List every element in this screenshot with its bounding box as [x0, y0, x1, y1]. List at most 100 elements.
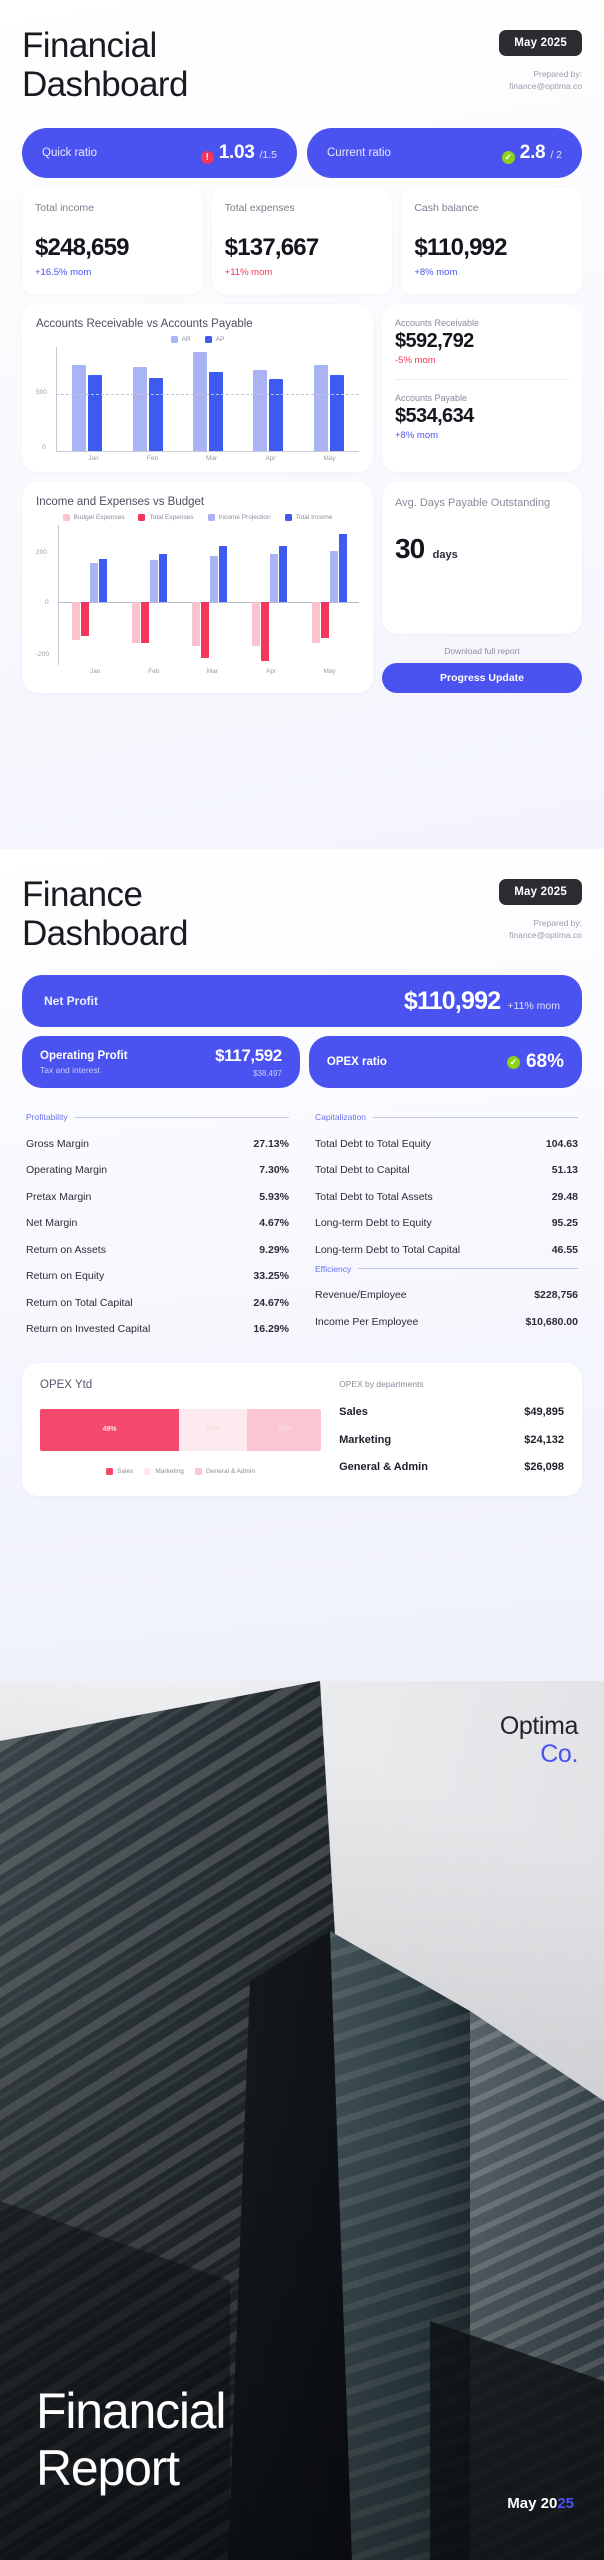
xtick-feb: Feb — [146, 455, 159, 463]
xtick-apr: Apr — [265, 455, 276, 463]
accounts-receivable-label: Accounts Receivable — [395, 318, 480, 329]
bar-ar-apr — [253, 369, 268, 452]
xtick-may: May — [323, 668, 336, 676]
legend-item-total-expenses: Total Expenses — [138, 514, 194, 522]
report-cover-page: Optima Co. Financial Report May 2025 — [0, 1681, 604, 2560]
legend-label: Total Expenses — [149, 514, 194, 522]
metric-name: Return on Invested Capital — [26, 1322, 151, 1335]
current-ratio-target: / 2 — [550, 149, 562, 162]
dpo-column: Avg. Days Payable Outstanding 30 days Do… — [382, 482, 582, 694]
legend-swatch — [144, 1467, 152, 1475]
tax-interest-value: $38,497 — [252, 1069, 282, 1079]
income-budget-section: Income and Expenses vs Budget Budget Exp… — [22, 482, 582, 694]
quick-ratio-card[interactable]: Quick ratio ! 1.03 /1.5 — [22, 128, 297, 179]
financial-dashboard-page: Financial Dashboard May 2025 Prepared by… — [0, 0, 604, 849]
bar-income-projection-feb — [149, 560, 158, 603]
bar-group — [123, 525, 175, 665]
progress-update-button[interactable]: Progress Update — [382, 663, 582, 694]
accounts-payable-label: Accounts Payable — [395, 393, 468, 404]
check-icon: ✓ — [501, 151, 515, 165]
metric-value: 95.25 — [551, 1217, 578, 1230]
total-expenses-value: $137,667 — [224, 234, 320, 262]
legend-item-ap: AP — [204, 336, 225, 344]
opex-ratio-value-group: ✓ 68% — [506, 1051, 564, 1073]
quick-ratio-label: Quick ratio — [42, 147, 97, 160]
metrics-columns: Profitability Gross Margin 27.13% Operating… — [22, 1112, 582, 1343]
legend-swatch — [194, 1467, 202, 1475]
total-income-label: Total income — [35, 202, 94, 215]
bar-group — [303, 525, 355, 665]
xtick-mar: Mar — [205, 455, 218, 463]
page-title: Financial Dashboard — [22, 26, 188, 105]
legend-item-ar: AR — [170, 336, 191, 344]
cover-date: May 2025 — [507, 2495, 574, 2512]
bar-ap-apr — [269, 378, 284, 452]
ytick-500: 500 — [36, 389, 47, 397]
income-budget-chart-title: Income and Expenses vs Budget — [36, 496, 205, 509]
current-ratio-card[interactable]: Current ratio ✓ 2.8 / 2 — [307, 128, 582, 179]
opex-departments-header: OPEX by departments — [339, 1378, 424, 1389]
opex-stacked-bar: 49% 24% 26% — [40, 1408, 322, 1451]
net-profit-label: Net Profit — [44, 994, 98, 1009]
operating-profit-labels: Operating Profit Tax and interest — [40, 1050, 128, 1075]
legend-label-ar: AR — [181, 336, 191, 344]
opex-ytd-title: OPEX Ytd — [40, 1378, 93, 1391]
income-budget-legend: Budget Expenses Total Expenses Income Proj… — [36, 514, 359, 522]
opex-legend-item-sales: Sales — [106, 1467, 133, 1475]
metric-row: Net Margin 4.67% — [26, 1211, 289, 1237]
capitalization-efficiency-column: Capitalization Total Debt to Total Equity… — [315, 1112, 578, 1343]
opex-segment-sales: 49% — [40, 1408, 180, 1451]
legend-swatch — [62, 514, 70, 522]
opex-segment-general-admin: 26% — [247, 1408, 322, 1451]
page2-header: Finance Dashboard May 2025 Prepared by: … — [22, 875, 582, 953]
download-report-link[interactable]: Download full report — [382, 646, 582, 656]
opex-ytd-card: OPEX Ytd 49% 24% 26% Sales Marketing General… — [22, 1362, 582, 1497]
quick-ratio-value-group: ! 1.03 /1.5 — [200, 142, 277, 164]
date-badge[interactable]: May 2025 — [499, 30, 582, 56]
total-income-delta: +16.5% mom — [35, 267, 92, 279]
accounts-receivable-delta: -5% mom — [395, 355, 436, 367]
section-title: Capitalization — [315, 1112, 367, 1123]
bar-group — [192, 347, 223, 452]
bar-budget-expenses-jan — [71, 602, 80, 640]
section-header-profitability: Profitability — [26, 1112, 289, 1122]
xtick-mar: Mar — [206, 668, 219, 676]
total-income-card: Total income $248,659 +16.5% mom — [22, 188, 203, 295]
metric-value: 29.48 — [551, 1190, 578, 1203]
metric-value: 104.63 — [545, 1137, 578, 1150]
department-row: General & Admin $26,098 — [339, 1454, 564, 1482]
page2-date-badge[interactable]: May 2025 — [499, 879, 582, 905]
metric-row: Return on Equity 33.25% — [26, 1264, 289, 1290]
metric-row: Return on Assets 9.29% — [26, 1237, 289, 1263]
legend-label-ap: AP — [215, 336, 225, 344]
metric-value: 27.13% — [253, 1137, 289, 1150]
net-profit-value: $110,992 — [403, 986, 501, 1015]
xtick-may: May — [323, 455, 336, 463]
bar-total-income-feb — [158, 554, 167, 603]
opex-segment-marketing: 24% — [179, 1408, 248, 1451]
xtick-jan: Jan — [88, 455, 99, 463]
prepared-by-text: Prepared by: finance@optima.co — [509, 69, 582, 92]
metric-value: 5.93% — [259, 1190, 289, 1203]
metric-name: Net Margin — [26, 1217, 78, 1230]
metric-name: Operating Margin — [26, 1164, 108, 1177]
metric-row: Total Debt to Capital 51.13 — [315, 1158, 578, 1184]
ar-ap-section: Accounts Receivable vs Accounts Payable … — [22, 304, 582, 473]
opex-ratio-card[interactable]: OPEX ratio ✓ 68% — [308, 1036, 582, 1089]
total-expenses-label: Total expenses — [224, 202, 295, 215]
bar-income-projection-jan — [89, 563, 98, 603]
accounts-payable-delta: +8% mom — [395, 430, 439, 442]
bar-budget-expenses-feb — [131, 602, 140, 643]
accounts-receivable-value: $592,792 — [395, 330, 474, 353]
ytick-pos200: 200 — [36, 549, 47, 557]
operating-profit-card[interactable]: Operating Profit Tax and interest $117,5… — [22, 1036, 300, 1089]
bar-ar-mar — [192, 352, 207, 452]
net-profit-card[interactable]: Net Profit $110,992 +11% mom — [22, 975, 582, 1028]
bar-group — [132, 347, 163, 452]
income-budget-chart-panel: Income and Expenses vs Budget Budget Exp… — [22, 482, 373, 694]
metric-name: Income Per Employee — [315, 1315, 419, 1328]
bar-budget-expenses-apr — [251, 602, 260, 646]
legend-label: Budget Expenses — [73, 514, 125, 522]
metric-row: Income Per Employee $10,680.00 — [315, 1309, 578, 1335]
legend-swatch-ar — [170, 336, 178, 344]
